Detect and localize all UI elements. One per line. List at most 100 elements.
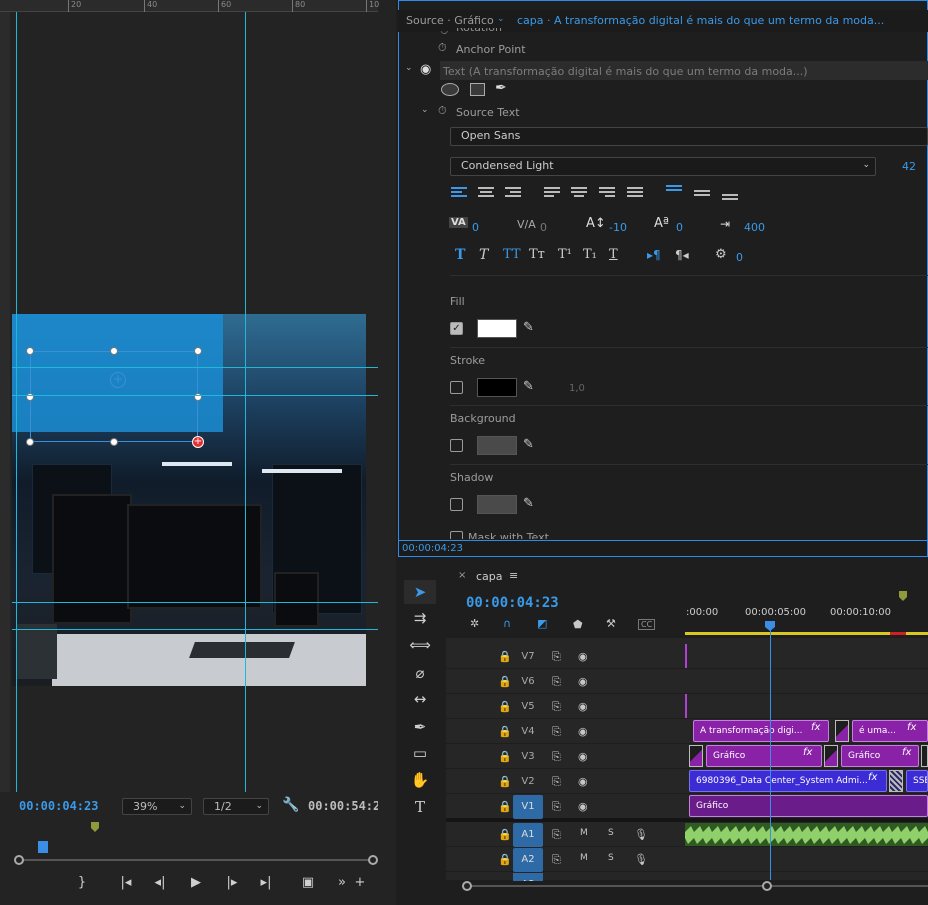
ellipse-mask-icon[interactable] <box>441 83 459 96</box>
superscript-icon[interactable]: T¹ <box>558 247 572 262</box>
transition[interactable] <box>689 745 703 767</box>
transition[interactable] <box>921 745 928 767</box>
microphone-icon[interactable]: 🎙 <box>634 853 648 866</box>
transition[interactable] <box>835 720 849 742</box>
guide-line[interactable] <box>12 629 378 630</box>
export-frame-icon[interactable]: ▣ <box>298 875 318 890</box>
stopwatch-icon[interactable]: ⏱ <box>440 31 449 36</box>
go-to-in-icon[interactable]: |◂ <box>116 875 136 890</box>
lock-icon[interactable]: 🔒 <box>498 828 512 841</box>
chevron-down-icon[interactable]: ⌄ <box>497 14 505 24</box>
chevron-down-icon[interactable]: ⌄ <box>421 105 429 115</box>
scroll-handle[interactable] <box>762 881 772 891</box>
transition[interactable] <box>889 770 903 792</box>
guide-line[interactable] <box>245 12 246 792</box>
close-icon[interactable]: × <box>458 570 466 581</box>
background-color-swatch[interactable] <box>477 436 517 455</box>
sequence-tab[interactable]: capa <box>476 570 503 583</box>
sync-lock-icon[interactable]: ⎘ <box>552 750 561 764</box>
rectangle-tool-icon[interactable]: ▭ <box>404 741 436 765</box>
audio-waveform[interactable] <box>685 823 928 846</box>
all-caps-icon[interactable]: TT <box>503 247 521 262</box>
lock-icon[interactable]: 🔒 <box>498 750 512 763</box>
transform-handle[interactable] <box>26 347 34 355</box>
razor-icon[interactable]: ⌀ <box>404 661 436 685</box>
clip-v4-b[interactable]: é uma... <box>852 720 928 742</box>
eyedropper-icon[interactable]: ✎ <box>523 379 534 394</box>
shadow-color-swatch[interactable] <box>477 495 517 514</box>
snap-icon[interactable]: ✲ <box>470 617 479 630</box>
clip-v2-b[interactable]: SSB <box>906 770 928 792</box>
leading-value[interactable]: -10 <box>609 221 627 234</box>
eyedropper-icon[interactable]: ✎ <box>523 320 534 335</box>
step-forward-icon[interactable]: |▸ <box>222 875 242 890</box>
track-label[interactable]: V1 <box>513 795 543 819</box>
clip-v2[interactable]: 6980396_Data Center_System Admi... <box>689 770 887 792</box>
sync-lock-icon[interactable]: ⎘ <box>552 853 561 867</box>
rtl-direction-icon[interactable]: ¶◂ <box>675 248 689 262</box>
eye-icon[interactable]: ◉ <box>578 700 588 713</box>
fill-checkbox[interactable]: ✓ <box>450 322 463 335</box>
sync-lock-icon[interactable]: ⎘ <box>552 650 561 664</box>
eye-icon[interactable]: ◉ <box>578 750 588 763</box>
eye-icon[interactable]: ◉ <box>578 725 588 738</box>
rectangle-mask-icon[interactable] <box>470 83 485 96</box>
wrench-icon[interactable]: 🔧 <box>282 797 299 813</box>
add-button-icon[interactable]: + <box>350 875 370 890</box>
font-family-select[interactable]: Open Sans <box>450 127 928 146</box>
align-left-icon[interactable] <box>451 187 467 201</box>
chevron-down-icon[interactable]: ⌄ <box>405 63 413 73</box>
lock-icon[interactable]: 🔒 <box>498 725 512 738</box>
track-label[interactable]: V7 <box>513 645 543 669</box>
stroke-checkbox[interactable] <box>450 381 463 394</box>
timeline-timecode[interactable]: 00:00:04:23 <box>466 595 559 611</box>
eye-icon[interactable]: ◉ <box>578 675 588 688</box>
justify-center-icon[interactable] <box>571 187 587 201</box>
tracking-value[interactable]: 0 <box>540 221 547 234</box>
timeline-scrollbar[interactable] <box>466 885 928 887</box>
ltr-direction-icon[interactable]: ▸¶ <box>647 248 661 262</box>
track-select-icon[interactable]: ⇉ <box>404 606 436 630</box>
stroke-color-swatch[interactable] <box>477 378 517 397</box>
sync-lock-icon[interactable]: ⎘ <box>552 700 561 714</box>
ripple-edit-icon[interactable]: ⟺ <box>404 633 436 657</box>
eyedropper-icon[interactable]: ✎ <box>523 496 534 511</box>
ec-timecode[interactable]: 00:00:04:23 <box>402 543 463 554</box>
mark-out-icon[interactable]: } <box>72 875 92 890</box>
lock-icon[interactable]: 🔒 <box>498 775 512 788</box>
eye-icon[interactable]: ◉ <box>420 62 431 77</box>
add-marker-icon[interactable]: ⬟ <box>573 618 583 631</box>
clip-v1[interactable]: Gráfico <box>689 795 928 817</box>
clip-v4-a[interactable]: A transformação digi... <box>693 720 829 742</box>
transform-handle[interactable] <box>26 438 34 446</box>
fill-color-swatch[interactable] <box>477 319 517 338</box>
transform-handle[interactable] <box>194 347 202 355</box>
resolution-select[interactable]: 1/2 ⌄ <box>203 798 269 815</box>
track-label[interactable]: V4 <box>513 720 543 744</box>
playhead-timecode[interactable]: 00:00:04:23 <box>19 799 98 813</box>
track-label[interactable]: A1 <box>513 823 543 847</box>
lock-icon[interactable]: 🔒 <box>498 800 512 813</box>
nest-icon[interactable]: ◩ <box>537 617 547 630</box>
transform-handle[interactable] <box>110 347 118 355</box>
justify-right-icon[interactable] <box>599 187 615 201</box>
program-scrubber[interactable] <box>14 841 378 865</box>
linked-selection-icon[interactable]: ∩ <box>503 617 511 630</box>
go-to-out-icon[interactable]: ▸| <box>256 875 276 890</box>
eye-icon[interactable]: ◉ <box>578 775 588 788</box>
add-handle-icon[interactable]: + <box>192 436 204 448</box>
lock-icon[interactable]: 🔒 <box>498 675 512 688</box>
hand-tool-icon[interactable]: ✋ <box>404 768 436 792</box>
track-label[interactable]: A3 <box>513 873 543 881</box>
lock-icon[interactable]: 🔒 <box>498 700 512 713</box>
track-label[interactable]: V5 <box>513 695 543 719</box>
align-middle-icon[interactable] <box>694 190 710 204</box>
settings-wrench-icon[interactable]: ⚒ <box>606 617 616 630</box>
eye-icon[interactable]: ◉ <box>578 800 588 813</box>
track-label[interactable]: V3 <box>513 745 543 769</box>
menu-icon[interactable]: ≡ <box>509 569 518 582</box>
transition[interactable] <box>824 745 838 767</box>
baseline-value[interactable]: 0 <box>676 221 683 234</box>
solo-button[interactable]: S <box>608 853 614 863</box>
stopwatch-icon[interactable]: ⏱ <box>438 41 447 55</box>
